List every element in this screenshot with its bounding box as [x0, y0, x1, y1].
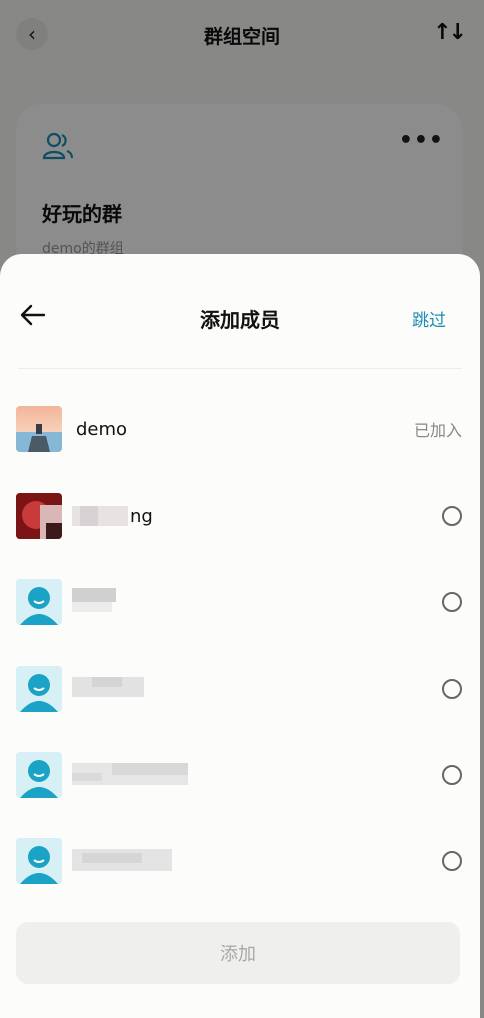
member-row[interactable]	[16, 836, 462, 886]
skip-button[interactable]: 跳过	[412, 306, 446, 331]
select-radio[interactable]	[442, 679, 462, 699]
user-avatar-icon	[16, 666, 62, 712]
sheet-title: 添加成员	[200, 308, 280, 332]
user-avatar-icon	[16, 752, 62, 798]
select-radio[interactable]	[442, 851, 462, 871]
user-avatar-icon	[16, 579, 62, 625]
member-name: demo	[76, 418, 128, 440]
sheet-header: 添加成员 跳过	[0, 254, 480, 370]
blurred-name	[72, 502, 128, 530]
blurred-name	[72, 584, 442, 620]
member-row[interactable]: ng	[16, 491, 462, 541]
blurred-name	[72, 671, 442, 707]
member-row: demo 已加入	[16, 404, 462, 454]
member-row[interactable]	[16, 577, 462, 627]
select-radio[interactable]	[442, 506, 462, 526]
avatar	[16, 406, 62, 452]
member-row[interactable]	[16, 750, 462, 800]
select-radio[interactable]	[442, 765, 462, 785]
select-radio[interactable]	[442, 592, 462, 612]
add-button[interactable]: 添加	[16, 922, 460, 984]
member-status: 已加入	[413, 421, 462, 440]
member-row[interactable]	[16, 664, 462, 714]
divider	[18, 368, 462, 369]
avatar	[16, 493, 62, 539]
add-members-sheet: 添加成员 跳过 demo 已加入 ng 添加	[0, 254, 480, 1018]
blurred-name	[72, 843, 442, 879]
user-avatar-icon	[16, 838, 62, 884]
blurred-name	[72, 757, 442, 793]
member-name: ng	[130, 505, 153, 527]
